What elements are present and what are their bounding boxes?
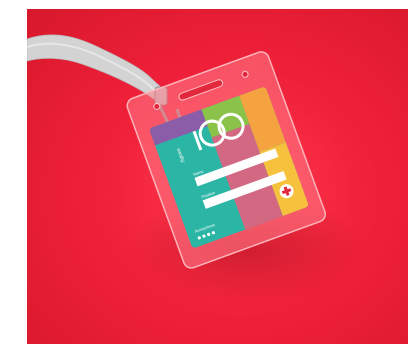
bottom-margin xyxy=(0,344,414,356)
photo-scene: Jigsaw Name Position Anonymous xyxy=(27,9,408,344)
lanyard-strap xyxy=(27,34,166,102)
badge-illustration: Jigsaw Name Position Anonymous xyxy=(27,34,367,304)
